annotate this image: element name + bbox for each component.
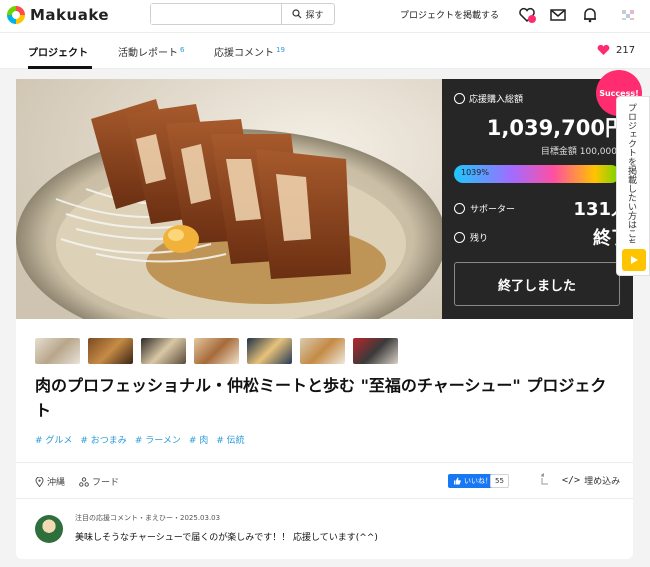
active-tab-indicator: [28, 66, 92, 69]
avatar[interactable]: [620, 7, 636, 23]
funding-progress-bar: 1039%: [454, 165, 620, 183]
search-icon: [292, 9, 302, 19]
user-icon: [454, 202, 465, 214]
thumbnail-3[interactable]: [141, 338, 186, 364]
ended-button[interactable]: 終了しました: [454, 262, 620, 306]
supporters-label: サポーター: [470, 204, 516, 215]
hero-image[interactable]: [16, 79, 442, 319]
tag-ramen[interactable]: # ラーメン: [135, 433, 181, 446]
share-icon[interactable]: [539, 472, 551, 486]
heart-icon: [597, 44, 610, 55]
code-icon: </>: [562, 475, 581, 486]
comment-header: 注目の応援コメント・まえひー・2025.03.03: [75, 514, 221, 522]
facebook-like-label: いいね！: [464, 477, 492, 485]
remaining-label: 残り: [470, 233, 489, 244]
heart-notification-icon[interactable]: [518, 6, 536, 24]
thumbnail-4[interactable]: [194, 338, 239, 364]
post-project-side-tab[interactable]: プロジェクトを掲載したい方はこちら: [616, 96, 650, 276]
category[interactable]: フード: [79, 475, 119, 488]
remaining-row: 残り 終了: [454, 224, 629, 250]
funding-label: 応援購入総額: [454, 92, 523, 105]
tab-activity-report-count: 6: [180, 45, 185, 54]
chashu-plate-illustration: [16, 79, 442, 319]
location[interactable]: 沖縄: [35, 475, 65, 488]
supporters-row: サポーター 131人: [454, 195, 629, 221]
tag-meat[interactable]: # 肉: [189, 433, 208, 446]
thumbs-up-icon: [454, 477, 461, 485]
top-header: Makuake 探す プロジェクトを掲載する: [0, 0, 650, 33]
post-project-link[interactable]: プロジェクトを掲載する: [400, 8, 499, 21]
thumbnail-1[interactable]: [35, 338, 80, 364]
divider-bottom: [16, 498, 633, 499]
tab-activity-report[interactable]: 活動レポート 6: [118, 44, 184, 59]
tab-activity-report-label: 活動レポート: [118, 48, 178, 59]
mail-icon[interactable]: [549, 6, 567, 24]
category-text: フード: [92, 478, 120, 488]
thumbnail-5[interactable]: [247, 338, 292, 364]
search-box: 探す: [150, 3, 335, 25]
embed-button[interactable]: </> 埋め込み: [562, 474, 620, 487]
thumbnail-7[interactable]: [353, 338, 398, 364]
makuake-logo[interactable]: Makuake: [7, 6, 109, 24]
location-pin-icon: [35, 476, 44, 487]
tab-project-label: プロジェクト: [28, 48, 88, 59]
search-input[interactable]: [151, 4, 281, 24]
funding-label-text: 応援購入総額: [469, 95, 524, 105]
category-icon: [79, 476, 89, 487]
search-button-label: 探す: [305, 10, 324, 21]
clock-icon: [454, 231, 465, 243]
tab-support-comments[interactable]: 応援コメント 19: [214, 44, 285, 59]
yen-icon: [454, 93, 465, 104]
comment-body: 美味しそうなチャーシューで届くのが楽しみです！！ 応援しています(^^): [75, 533, 378, 543]
logo-mark-icon: [7, 6, 25, 24]
project-tags: # グルメ # おつまみ # ラーメン # 肉 # 伝統: [35, 433, 245, 446]
project-title: 肉のプロフェッショナル・仲松ミートと歩む "至福のチャーシュー" プロジェクト: [35, 376, 607, 420]
thumbnail-6[interactable]: [300, 338, 345, 364]
tab-project[interactable]: プロジェクト: [28, 44, 88, 59]
facebook-like-count: 55: [490, 474, 509, 488]
logo-text: Makuake: [30, 6, 110, 24]
search-button[interactable]: 探す: [281, 4, 334, 24]
tab-support-comments-count: 19: [276, 45, 285, 54]
funding-progress-percent: 1039%: [461, 168, 489, 177]
like-counter[interactable]: 217: [597, 44, 635, 56]
like-count: 217: [616, 44, 636, 56]
tag-snacks[interactable]: # おつまみ: [80, 433, 126, 446]
thumbnail-2[interactable]: [88, 338, 133, 364]
commenter-avatar[interactable]: [35, 515, 63, 543]
play-icon: [622, 249, 646, 271]
project-tabs: プロジェクト 活動レポート 6 応援コメント 19 217: [0, 33, 650, 69]
funding-goal: 目標金額 100,000円: [540, 147, 626, 157]
funding-panel: 応援購入総額 1,039,700円 目標金額 100,000円 1039% サポ…: [442, 79, 633, 319]
side-tab-text: プロジェクトを掲載したい方はこちら: [626, 103, 636, 243]
location-text: 沖縄: [47, 478, 66, 488]
tag-tradition[interactable]: # 伝統: [216, 433, 244, 446]
project-meta: 沖縄 フード: [35, 475, 119, 488]
tab-support-comments-label: 応援コメント: [214, 48, 274, 59]
image-thumbnails: [35, 338, 398, 364]
divider-top: [16, 462, 633, 463]
funding-amount: 1,039,700円: [486, 116, 626, 140]
bell-icon[interactable]: [581, 6, 599, 24]
tag-gourmet[interactable]: # グルメ: [35, 433, 72, 446]
embed-label: 埋め込み: [584, 477, 621, 487]
